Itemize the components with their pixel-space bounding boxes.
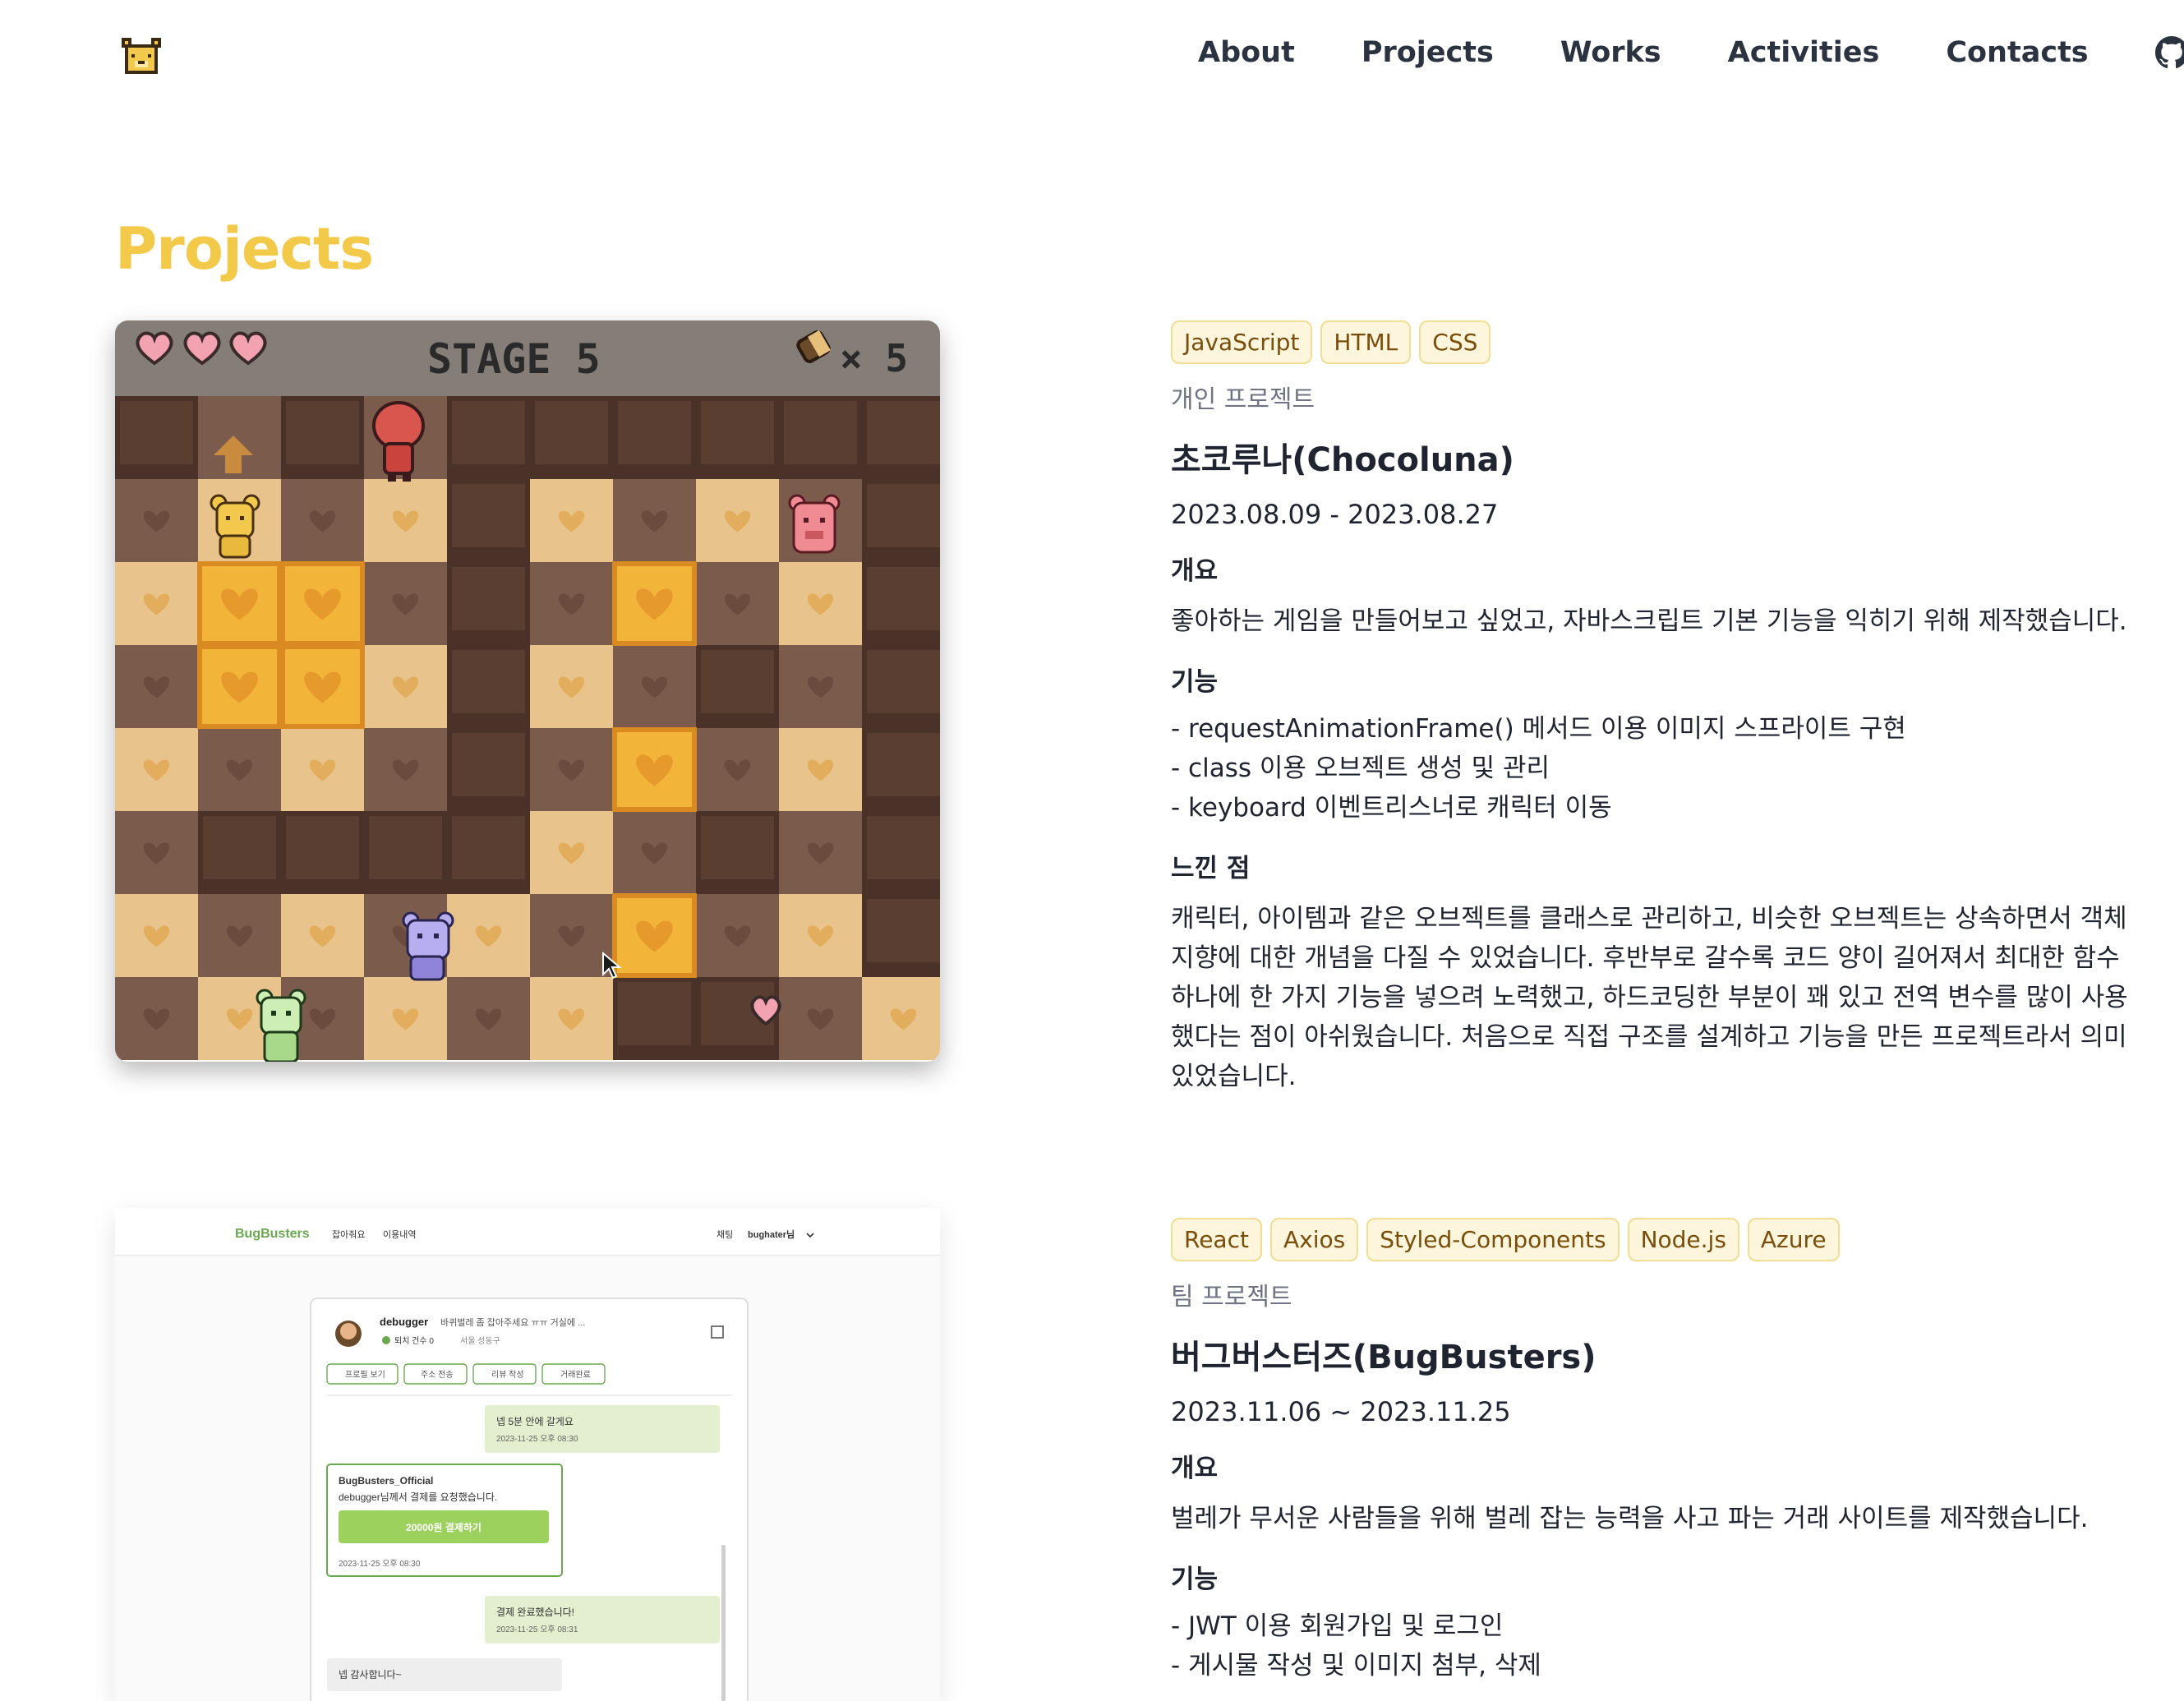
review-text: 캐릭터, 아이템과 같은 오브젝트를 클래스로 관리하고, 비슷한 오브젝트는 …: [1171, 904, 2128, 1091]
wall-tile: [867, 401, 940, 464]
feature-item: - requestAnimationFrame() 메서드 이용 이미지 스프라…: [1171, 714, 1906, 744]
project-period: 2023.11.06 ~ 2023.11.25: [1171, 1396, 1511, 1427]
wall-tile: [369, 816, 442, 879]
tag-styled-components: Styled-Components: [1366, 1218, 1620, 1261]
nav-history: 이용내역: [383, 1229, 416, 1240]
feature-item: - class 이용 오브젝트 생성 및 관리: [1171, 754, 1550, 783]
chocoluna-screenshot: STAGE 5 × 5: [115, 320, 940, 1062]
profile-button[interactable]: 프로필 보기: [345, 1370, 385, 1380]
wall-tile: [452, 650, 525, 713]
wall-tile: [867, 484, 940, 547]
project-title: 버그버스터즈(BugBusters): [1171, 1339, 1597, 1376]
write-review-button[interactable]: 리뷰 작성: [491, 1370, 524, 1380]
chat-time: 2023-11-25 오후 08:30: [496, 1434, 578, 1444]
nav-projects[interactable]: Projects: [1362, 36, 1494, 69]
wall-tile: [701, 401, 774, 464]
chat-action-buttons: 프로필 보기 주소 전송 리뷰 작성 거래완료: [326, 1363, 606, 1385]
wall-tile: [452, 816, 525, 879]
item-count: × 5: [840, 336, 908, 380]
wall-tile: [867, 899, 940, 962]
pay-button[interactable]: 20000원 결제하기: [406, 1521, 481, 1533]
project-kind: 팀 프로젝트: [1171, 1283, 1292, 1311]
tag-nodejs: Node.js: [1627, 1218, 1739, 1261]
official-name: BugBusters_Official: [339, 1475, 433, 1487]
project-chocoluna: JavaScript HTML CSS 개인 프로젝트 초코루나(Chocolu…: [1171, 320, 2132, 1096]
overview-heading: 개요: [1171, 556, 1219, 586]
nav-contacts[interactable]: Contacts: [1946, 36, 2088, 69]
chat-time: 2023-11-25 오후 08:31: [496, 1625, 578, 1634]
feature-item: - JWT 이용 회원가입 및 로그인: [1171, 1611, 1504, 1641]
feature-item: - 게시물 작성 및 이미지 첨부, 삭제: [1171, 1651, 1541, 1680]
wall-tile: [452, 401, 525, 464]
wall-tile: [701, 816, 774, 879]
feature-item: - keyboard 이벤트리스너로 캐릭터 이동: [1171, 793, 1612, 823]
tag-javascript: JavaScript: [1171, 320, 1313, 364]
overview-text: 좋아하는 게임을 만들어보고 싶었고, 자바스크립트 기본 기능을 익히기 위해…: [1171, 606, 2127, 636]
nav-works[interactable]: Works: [1560, 36, 1661, 69]
project-title: 초코루나(Chocoluna): [1171, 441, 1514, 479]
green-bear-character: [256, 989, 306, 1062]
wall-tile: [867, 733, 940, 796]
tech-tags: React Axios Styled-Components Node.js Az…: [1171, 1218, 2132, 1261]
wall-tile: [120, 401, 193, 464]
wall-tile: [784, 401, 857, 464]
wall-tile: [452, 484, 525, 547]
tag-css: CSS: [1419, 320, 1491, 364]
stage-label: STAGE 5: [427, 335, 601, 383]
chat-message: 넵 감사합니다~: [339, 1669, 402, 1680]
nav-chat: 채팅: [716, 1229, 733, 1240]
github-icon[interactable]: [2154, 36, 2184, 69]
bugbusters-screenshot: BugBusters 잡아줘요 이용내역 채팅 bughater님 debugg…: [115, 1208, 940, 1701]
nav-catch: 잡아줘요: [332, 1229, 365, 1240]
chat-message: 넵 5분 안에 갈게요: [496, 1416, 574, 1427]
chat-scrollbar[interactable]: [721, 1545, 726, 1701]
send-address-button[interactable]: 주소 전송: [421, 1370, 454, 1380]
bugbusters-brand: BugBusters: [235, 1227, 310, 1241]
wall-tile: [618, 401, 691, 464]
top-nav: About Projects Works Activities Contacts: [1198, 36, 2184, 69]
nav-about[interactable]: About: [1198, 36, 1295, 69]
features-list: - requestAnimationFrame() 메서드 이용 이미지 스프라…: [1171, 709, 2132, 827]
catch-count: 퇴치 건수 0: [394, 1336, 434, 1346]
tag-html: HTML: [1320, 320, 1412, 364]
review-heading: 느낀 점: [1171, 854, 1251, 883]
wall-tile: [618, 982, 691, 1045]
tag-react: React: [1171, 1218, 1262, 1261]
chat-time: 2023-11-25 오후 08:30: [339, 1559, 421, 1569]
page-title: Projects: [115, 215, 374, 283]
user-name: bughater님: [748, 1228, 795, 1240]
tag-azure: Azure: [1747, 1218, 1840, 1261]
wall-tile: [867, 567, 940, 630]
nav-activities[interactable]: Activities: [1728, 36, 1880, 69]
board-grid: [115, 396, 940, 1060]
wall-tile: [867, 816, 940, 879]
features-heading: 기능: [1171, 1565, 1219, 1594]
wall-tile: [535, 401, 608, 464]
features-list: - JWT 이용 회원가입 및 로그인 - 게시물 작성 및 이미지 첨부, 삭…: [1171, 1606, 2132, 1685]
complete-deal-button[interactable]: 거래완료: [560, 1370, 591, 1380]
chat-user-name: debugger: [380, 1316, 428, 1328]
wall-tile: [286, 401, 359, 464]
wall-tile: [701, 650, 774, 713]
wall-tile: [452, 733, 525, 796]
project-bugbusters: React Axios Styled-Components Node.js Az…: [1171, 1218, 2132, 1685]
tech-tags: JavaScript HTML CSS: [1171, 320, 2132, 364]
bear-logo-icon[interactable]: [118, 38, 164, 77]
project-period: 2023.08.09 - 2023.08.27: [1171, 499, 1499, 530]
chat-message: 결제 완료했습니다!: [496, 1606, 574, 1618]
overview-heading: 개요: [1171, 1454, 1219, 1483]
hearts-lives: [136, 331, 267, 366]
tag-axios: Axios: [1269, 1218, 1359, 1261]
wall-tile: [867, 650, 940, 713]
chat-user-desc: 바퀴벌레 좀 잡아주세요 ㅠㅠ 거실에 ...: [440, 1317, 585, 1328]
project-kind: 개인 프로젝트: [1171, 385, 1315, 414]
pink-bear-character: [788, 494, 841, 554]
wall-tile: [452, 567, 525, 630]
location: 서울 성동구: [460, 1336, 500, 1346]
official-message: debugger님께서 결제를 요청했습니다.: [339, 1491, 497, 1503]
overview-text: 벌레가 무서운 사람들을 위해 벌레 잡는 능력을 사고 파는 거래 사이트를 …: [1171, 1504, 2089, 1533]
features-heading: 기능: [1171, 667, 1219, 697]
wall-tile: [286, 816, 359, 879]
wall-tile: [203, 816, 276, 879]
